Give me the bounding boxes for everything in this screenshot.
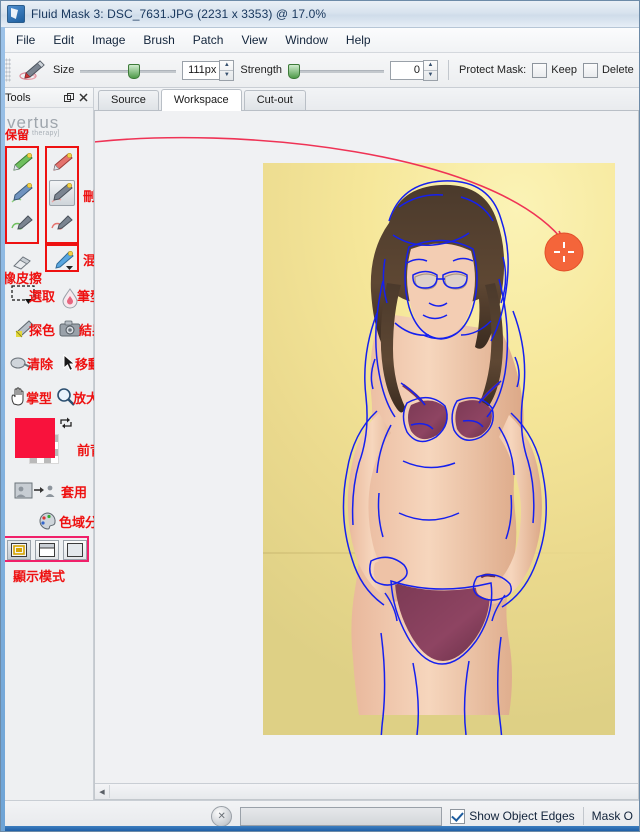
menu-item-image[interactable]: Image xyxy=(83,30,134,50)
brush-cursor xyxy=(543,231,585,273)
menu-bar: File Edit Image Brush Patch View Window … xyxy=(1,28,639,53)
window-title: Fluid Mask 3: DSC_7631.JPG (2231 x 3353)… xyxy=(31,7,327,21)
show-object-edges-group[interactable]: Show Object Edges xyxy=(450,808,575,824)
protect-delete-checkbox[interactable] xyxy=(582,62,598,78)
strength-spinner[interactable]: ▲ ▼ xyxy=(423,59,438,81)
status-divider xyxy=(582,807,584,825)
foreground-color-swatch[interactable] xyxy=(15,418,55,458)
dock-icon[interactable] xyxy=(63,92,75,104)
title-bar: Fluid Mask 3: DSC_7631.JPG (2231 x 3353)… xyxy=(1,1,639,28)
strength-label: Strength xyxy=(240,64,282,76)
size-slider[interactable] xyxy=(80,62,177,79)
menu-item-file[interactable]: File xyxy=(7,30,44,50)
size-spinner[interactable]: ▲ ▼ xyxy=(219,59,235,81)
size-input[interactable]: 111px xyxy=(182,60,221,80)
protect-delete-group[interactable]: Delete xyxy=(582,62,634,78)
clear-annotation-label: 清除 xyxy=(27,358,54,373)
size-label: Size xyxy=(53,64,75,76)
color-map-tool[interactable] xyxy=(35,508,61,534)
canvas-stage[interactable]: ◀ xyxy=(94,111,639,800)
protect-mask-label: Protect Mask: xyxy=(459,64,527,76)
taskbar xyxy=(1,826,639,831)
view-tabs: Source Workspace Cut-out xyxy=(94,88,639,111)
swap-colors-icon[interactable] xyxy=(59,416,73,433)
progress-bar xyxy=(240,806,443,826)
menu-item-patch[interactable]: Patch xyxy=(184,30,233,50)
canvas-hscrollbar[interactable]: ◀ xyxy=(95,783,638,799)
options-toolbar: Size 111px ▲ ▼ Strength 0 ▲ ▼ Protect Mask… xyxy=(1,53,640,88)
menu-item-edit[interactable]: Edit xyxy=(44,30,83,50)
strength-input[interactable]: 0 xyxy=(390,60,424,80)
tools-grid: 保留 刪除 橡皮擦 混 xyxy=(1,128,131,800)
show-object-edges-checkbox[interactable] xyxy=(450,808,466,824)
keep-annotation-label: 保留 xyxy=(5,128,30,142)
menu-item-brush[interactable]: Brush xyxy=(134,30,183,50)
tab-source[interactable]: Source xyxy=(98,90,159,110)
color-picker-annotation-label: 探色 xyxy=(29,324,56,339)
apply-tool[interactable] xyxy=(14,478,57,504)
mask-label: Mask O xyxy=(591,809,633,823)
protect-keep-checkbox[interactable] xyxy=(532,62,548,78)
tab-workspace[interactable]: Workspace xyxy=(160,89,242,111)
foreground-background-color[interactable] xyxy=(15,416,73,474)
apply-annotation-label: 套用 xyxy=(61,486,88,501)
menu-item-view[interactable]: View xyxy=(232,30,276,50)
window-left-edge xyxy=(1,27,5,831)
display-mode-annotation-box xyxy=(3,536,89,562)
hand-annotation-label: 掌型 xyxy=(26,392,53,407)
tools-panel-title: Tools xyxy=(5,91,31,104)
workspace-area: Source Workspace Cut-out ◀ xyxy=(94,88,639,800)
protect-keep-group[interactable]: Keep xyxy=(532,62,577,78)
delete-tools-annotation-box xyxy=(45,146,79,244)
delete-brush-icon xyxy=(19,59,47,81)
keep-tools-annotation-box xyxy=(5,146,39,244)
protect-keep-label: Keep xyxy=(551,64,577,76)
size-slider-knob[interactable] xyxy=(128,64,141,79)
strength-slider-track xyxy=(288,70,384,73)
application-window: Fluid Mask 3: DSC_7631.JPG (2231 x 3353)… xyxy=(0,0,640,832)
menu-item-window[interactable]: Window xyxy=(276,30,337,50)
display-mode-annotation-label: 顯示模式 xyxy=(13,570,66,585)
show-object-edges-label: Show Object Edges xyxy=(469,809,575,823)
toolbar-grip[interactable] xyxy=(5,58,11,82)
strength-slider-knob[interactable] xyxy=(288,64,300,79)
protect-delete-label: Delete xyxy=(601,64,634,76)
close-icon[interactable] xyxy=(77,92,89,104)
strength-slider[interactable] xyxy=(288,62,384,79)
tools-panel: Tools vertus [image therapy] 保留 橡皮擦 選取 筆… xyxy=(1,88,131,800)
menu-item-help[interactable]: Help xyxy=(337,30,380,50)
main-body: Tools vertus [image therapy] 保留 橡皮擦 選取 筆… xyxy=(1,88,639,800)
tools-panel-header: Tools xyxy=(1,88,93,108)
select-annotation-label: 選取 xyxy=(29,290,56,305)
toolbar-divider xyxy=(448,60,449,80)
blend-annotation-box xyxy=(45,244,79,272)
scroll-left-icon[interactable]: ◀ xyxy=(95,785,110,798)
stop-icon[interactable]: ✕ xyxy=(211,805,233,827)
tab-cutout[interactable]: Cut-out xyxy=(243,90,306,110)
app-icon xyxy=(7,5,25,23)
